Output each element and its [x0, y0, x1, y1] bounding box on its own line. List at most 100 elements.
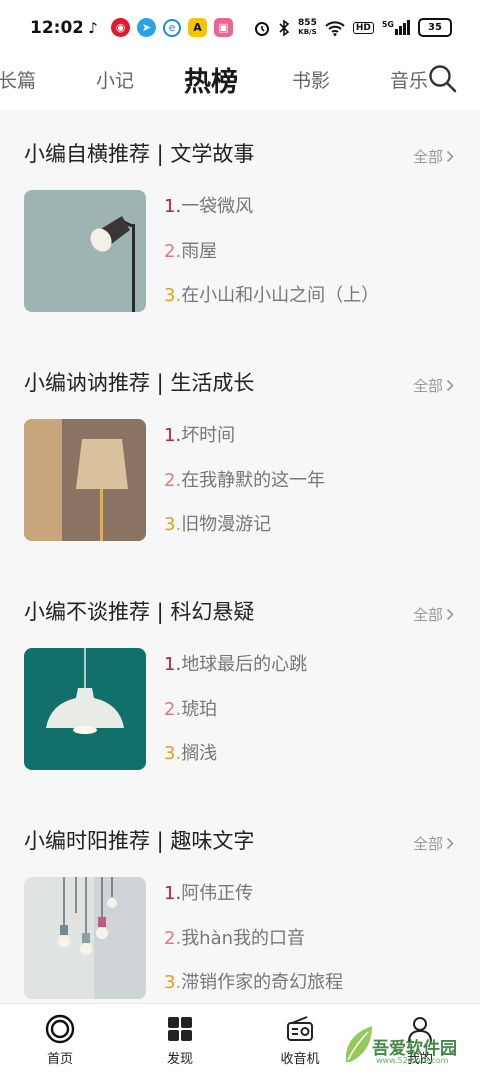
view-all-button[interactable]: 全部: [413, 146, 454, 167]
bluetooth-icon: [279, 19, 290, 36]
section-title: 小编自横推荐 | 文学故事: [24, 142, 255, 166]
recommend-section: 小编不谈推荐 | 科幻悬疑 全部 1.地球最后的心跳 2.琥珀 3.搁浅: [0, 568, 480, 796]
rank-number: 1.: [164, 883, 182, 904]
book-item[interactable]: 2.我hàn我的口音: [164, 924, 305, 950]
view-all-label: 全部: [412, 377, 443, 395]
net-speed: 855 KB/S: [298, 17, 317, 37]
leaf-logo-icon: [345, 1026, 372, 1062]
book-item[interactable]: 1.地球最后的心跳: [164, 650, 307, 676]
book-item[interactable]: 3.在小山和小山之间（上）: [164, 281, 379, 307]
book-item[interactable]: 1.一袋微风: [164, 192, 253, 218]
book-item[interactable]: 3.搁浅: [164, 739, 217, 765]
view-all-button[interactable]: 全部: [413, 375, 454, 396]
hd-badge: HD: [352, 21, 374, 34]
chevron-right-icon: [446, 608, 454, 621]
book-title: 雨屋: [181, 241, 218, 262]
view-all-button[interactable]: 全部: [413, 833, 454, 854]
nav-label: 发现: [166, 1052, 193, 1067]
book-title: 地球最后的心跳: [181, 654, 308, 675]
book-cover-wall-lamp-image[interactable]: [24, 419, 146, 541]
rank-number: 3.: [164, 972, 182, 993]
nav-discover[interactable]: 发现: [140, 1014, 220, 1067]
book-item[interactable]: 2.在我静默的这一年: [164, 466, 325, 492]
recommend-section: 小编讷讷推荐 | 生活成长 全部 1.坏时间 2.在我静默的这一年 3.旧物漫游…: [0, 339, 480, 567]
book-title: 琥珀: [181, 699, 218, 720]
tab-book-film[interactable]: 书影: [292, 66, 330, 93]
rank-number: 1.: [164, 196, 182, 217]
search-icon[interactable]: [426, 62, 458, 94]
chevron-right-icon: [446, 379, 454, 392]
rank-number: 1.: [164, 425, 182, 446]
listen-app-icon: ♪: [82, 18, 104, 37]
book-title: 一袋微风: [181, 196, 254, 217]
book-item[interactable]: 1.阿伟正传: [164, 879, 253, 905]
tab-music[interactable]: 音乐: [390, 66, 428, 93]
a-app-icon: A: [188, 18, 207, 37]
tab-long-novel[interactable]: 长篇: [0, 66, 36, 93]
rank-number: 1.: [164, 654, 182, 675]
wifi-icon: [325, 20, 345, 36]
status-bar: 12:02 ♪ ◉ ➤ e A ▣ 855 KB/S HD 5G 35: [0, 0, 480, 56]
radio-icon: [287, 1016, 313, 1041]
site-watermark: 吾爱软件园 www.52zixue.com: [342, 1020, 472, 1070]
section-title: 小编时阳推荐 | 趣味文字: [24, 829, 255, 853]
discover-grid-icon: [168, 1017, 192, 1041]
view-all-button[interactable]: 全部: [413, 604, 454, 625]
weibo-icon: ◉: [111, 18, 130, 37]
book-item[interactable]: 3.旧物漫游记: [164, 510, 271, 536]
chevron-right-icon: [446, 837, 454, 850]
nav-radio[interactable]: 收音机: [260, 1014, 340, 1067]
battery-indicator: 35: [418, 18, 452, 37]
book-cover-hanging-bulbs-image[interactable]: [24, 877, 146, 999]
category-tabs: 长篇 小记 热榜 书影 音乐: [0, 56, 480, 106]
rank-number: 2.: [164, 470, 182, 491]
book-item[interactable]: 3.滞销作家的奇幻旅程: [164, 968, 343, 994]
chevron-right-icon: [446, 150, 454, 163]
book-title: 搁浅: [181, 743, 218, 764]
signal-icon: 5G: [382, 20, 410, 35]
signal-label: 5G: [381, 20, 394, 29]
telegram-icon: ➤: [137, 18, 156, 37]
rank-number: 2.: [164, 699, 182, 720]
recommend-section: 小编时阳推荐 | 趣味文字 全部 1.阿伟正传 2.我hàn我的口音 3.滞销作…: [0, 797, 480, 1003]
net-speed-value: 855: [298, 17, 317, 28]
rank-number: 3.: [164, 285, 182, 306]
notification-icons: ♪ ◉ ➤ e A ▣: [82, 18, 233, 37]
book-title: 我hàn我的口音: [181, 928, 306, 949]
book-title: 坏时间: [181, 425, 236, 446]
home-circle-icon: [45, 1014, 75, 1044]
tab-hot-list[interactable]: 热榜: [184, 60, 238, 99]
book-cover-lamp-image[interactable]: [24, 190, 146, 312]
status-time: 12:02: [30, 18, 85, 38]
alarm-icon: [255, 21, 270, 36]
book-title: 阿伟正传: [181, 883, 254, 904]
net-speed-unit: KB/S: [298, 27, 317, 36]
section-title: 小编讷讷推荐 | 生活成长: [24, 371, 255, 395]
book-item[interactable]: 1.坏时间: [164, 421, 235, 447]
hot-list-content: 小编自横推荐 | 文学故事 全部 1.一袋微风 2.雨屋 3.在小山和小山之间（…: [0, 110, 480, 1003]
book-item[interactable]: 2.雨屋: [164, 237, 217, 263]
view-all-label: 全部: [412, 148, 443, 166]
book-title: 旧物漫游记: [181, 514, 272, 535]
view-all-label: 全部: [412, 606, 443, 624]
book-title: 在我静默的这一年: [181, 470, 326, 491]
status-right-icons: 855 KB/S HD 5G 35: [254, 18, 452, 37]
nav-label: 收音机: [280, 1052, 320, 1067]
rank-number: 2.: [164, 241, 182, 262]
nav-label: 首页: [46, 1052, 73, 1067]
rank-number: 3.: [164, 514, 182, 535]
recommend-section: 小编自横推荐 | 文学故事 全部 1.一袋微风 2.雨屋 3.在小山和小山之间（…: [0, 110, 480, 338]
watermark-url: www.52zixue.com: [376, 1056, 449, 1065]
rank-number: 2.: [164, 928, 182, 949]
section-title: 小编不谈推荐 | 科幻悬疑: [24, 600, 255, 624]
book-title: 在小山和小山之间（上）: [181, 285, 380, 306]
view-all-label: 全部: [412, 835, 443, 853]
book-title: 滞销作家的奇幻旅程: [181, 972, 344, 993]
browser-icon: e: [163, 18, 181, 37]
nav-home[interactable]: 首页: [20, 1014, 100, 1067]
book-item[interactable]: 2.琥珀: [164, 695, 217, 721]
book-cover-pendant-lamp-image[interactable]: [24, 648, 146, 770]
rank-number: 3.: [164, 743, 182, 764]
tab-notes[interactable]: 小记: [96, 66, 134, 93]
game-app-icon: ▣: [214, 18, 233, 37]
